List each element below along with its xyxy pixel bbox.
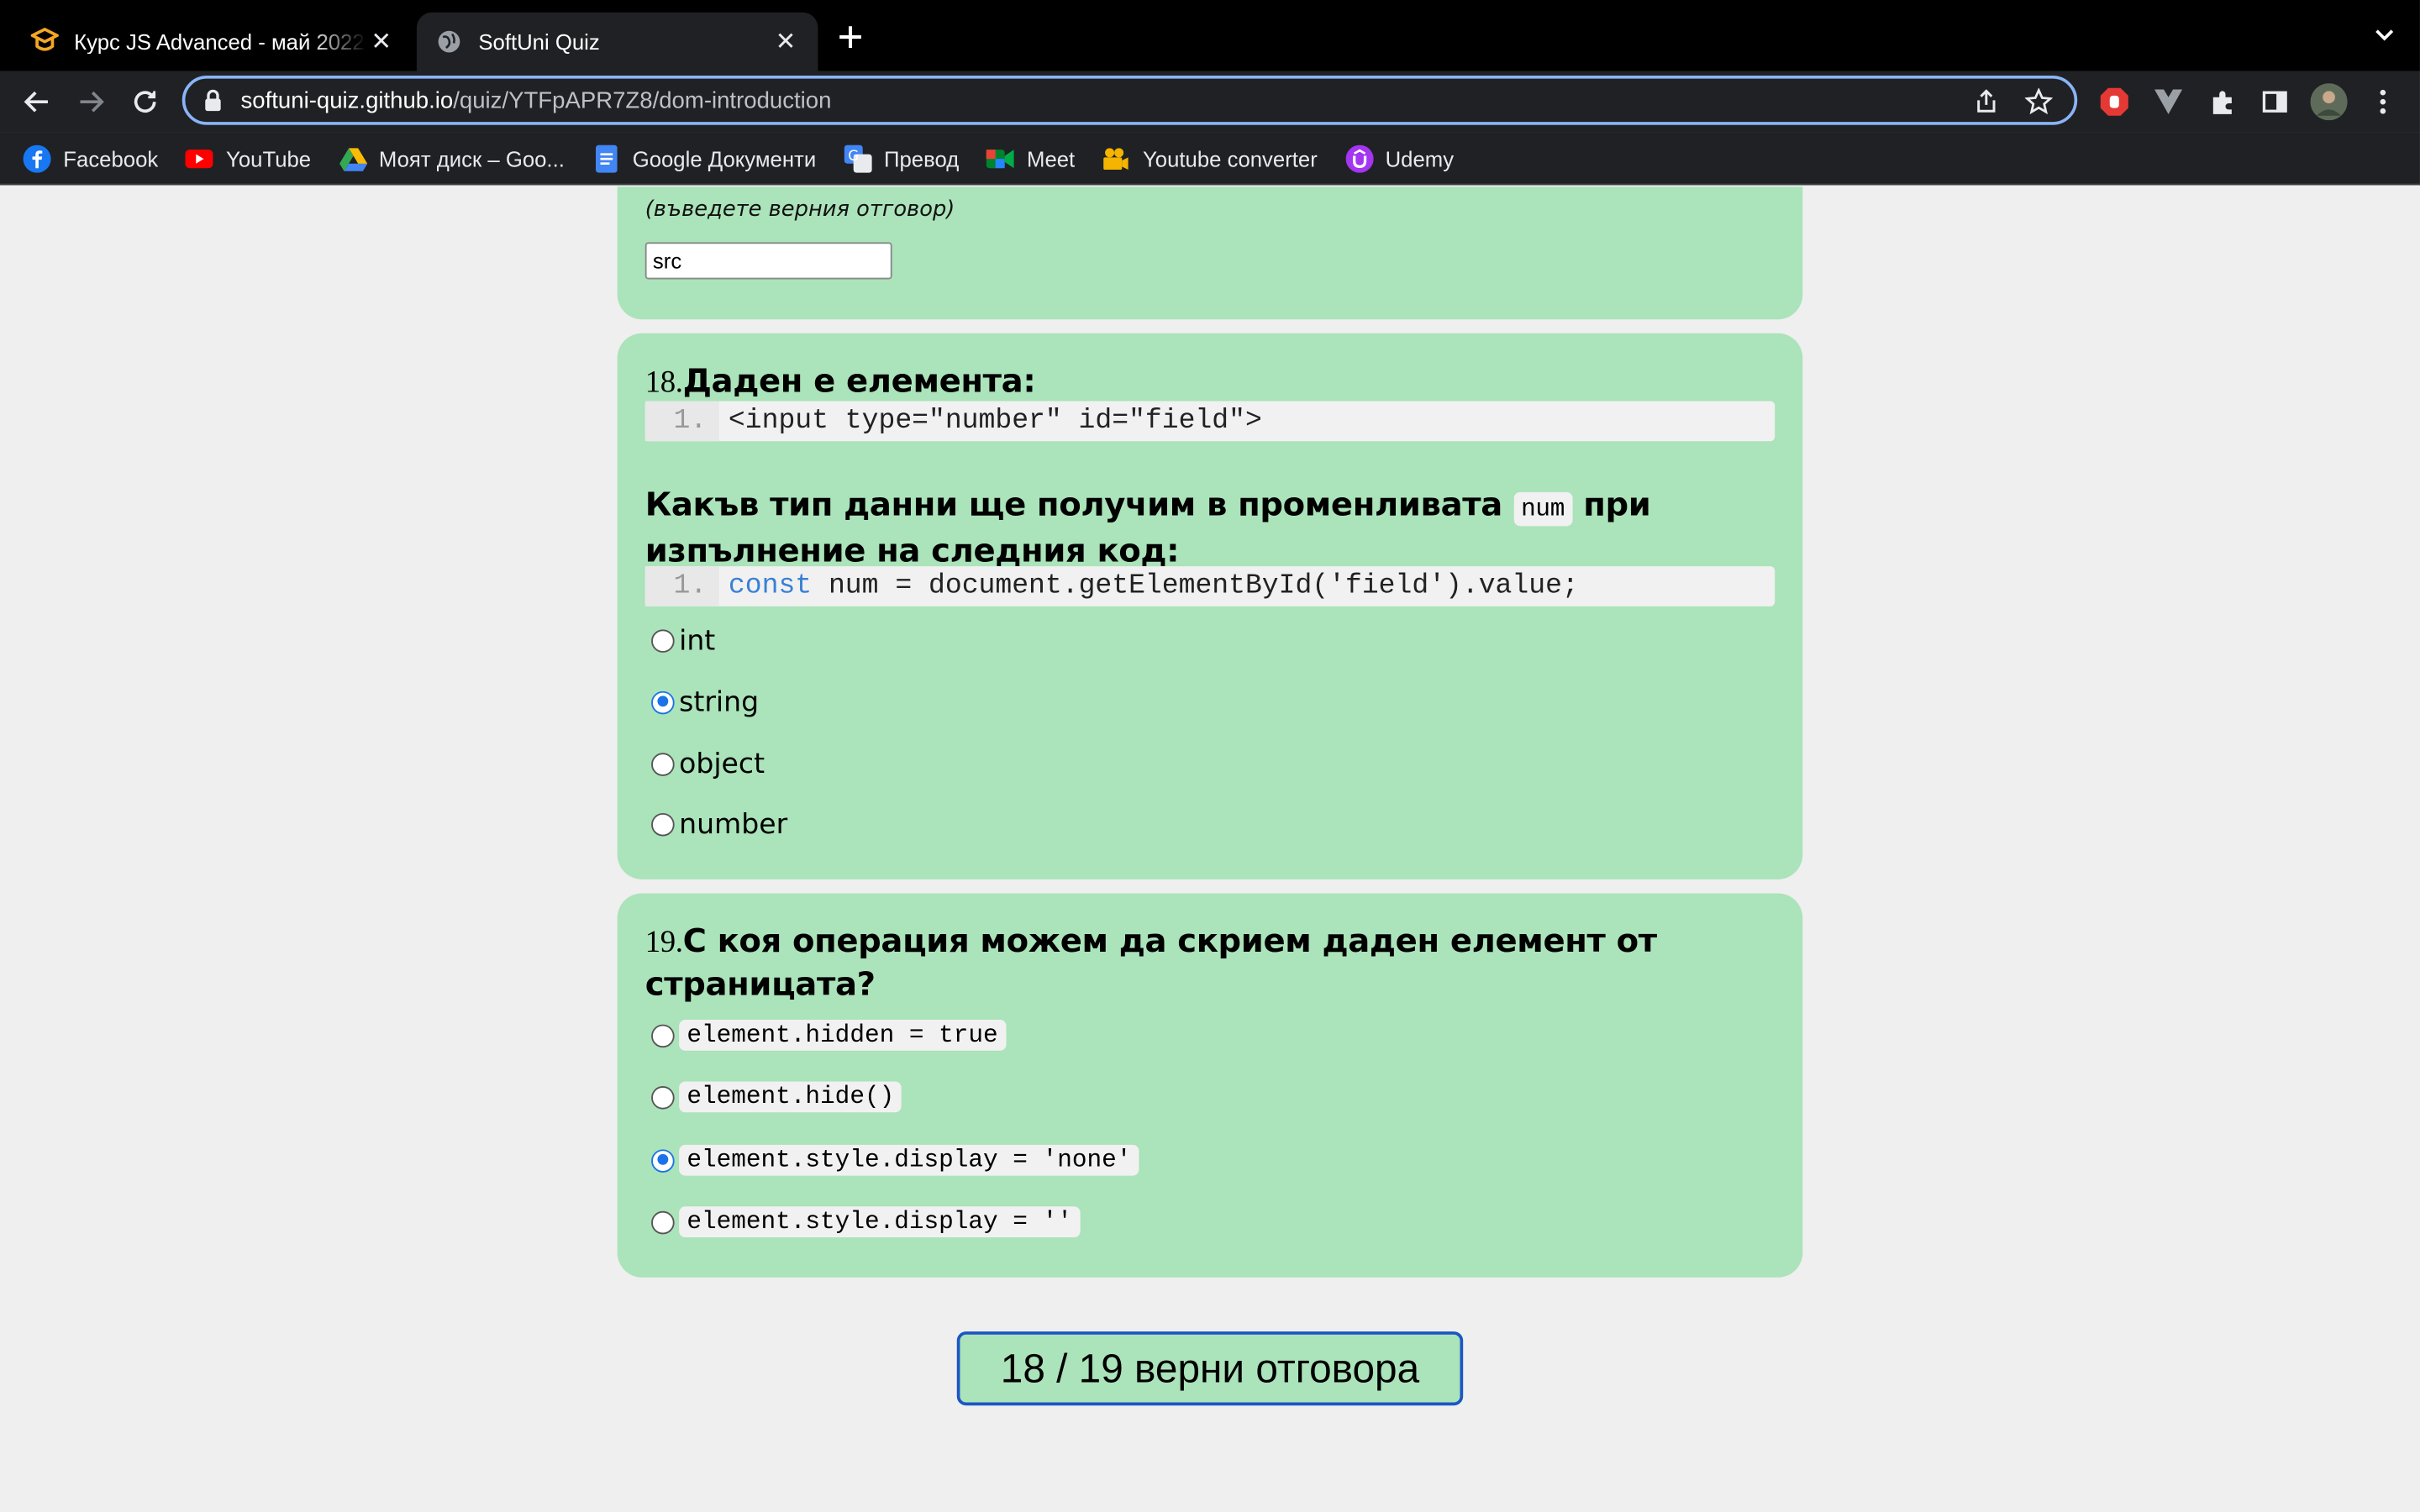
tab-js-advanced[interactable]: Курс JS Advanced - май 2022 ✕ xyxy=(13,13,414,71)
question-number: 19. xyxy=(644,926,683,960)
answer-hint: (въведете верния отговор) xyxy=(644,197,955,223)
code-line: const num = document.getElementById('fie… xyxy=(728,570,1579,602)
softuni-logo-icon xyxy=(30,28,59,55)
question-text: Какъв тип данни ще получим в променливат… xyxy=(644,486,1651,570)
bookmark-udemy[interactable]: Udemy xyxy=(1344,144,1454,172)
url-text: softuni-quiz.github.io/quiz/YTFpAPR7Z8/d… xyxy=(240,87,832,113)
tab-strip: Курс JS Advanced - май 2022 ✕ SoftUni Qu… xyxy=(0,0,2420,71)
back-arrow-icon[interactable] xyxy=(18,83,55,120)
option-string[interactable]: string xyxy=(651,684,759,721)
lock-icon[interactable] xyxy=(203,89,222,112)
radio-button-selected[interactable] xyxy=(651,690,675,714)
google-meet-icon xyxy=(986,144,1015,172)
answer-input[interactable] xyxy=(644,242,892,280)
udemy-icon xyxy=(1344,144,1373,172)
vue-devtools-icon[interactable] xyxy=(2150,83,2187,120)
code-line: <input type="number" id="field"> xyxy=(728,406,1262,437)
radio-button[interactable] xyxy=(651,628,675,653)
share-icon[interactable] xyxy=(1972,88,2000,116)
bookmark-google-drive[interactable]: Моят диск – Goo... xyxy=(339,144,565,172)
bookmark-youtube[interactable]: YouTube xyxy=(186,144,311,172)
extensions-puzzle-icon[interactable] xyxy=(2204,83,2241,120)
option-object[interactable]: object xyxy=(651,745,765,782)
option-display-empty[interactable]: element.style.display = '' xyxy=(651,1204,1081,1241)
tab-softuni-quiz[interactable]: SoftUni Quiz ✕ xyxy=(416,12,818,71)
youtube-icon xyxy=(186,144,214,172)
inline-code: num xyxy=(1512,491,1573,527)
bookmark-translate[interactable]: G Превод xyxy=(844,144,959,172)
forward-arrow-icon[interactable] xyxy=(72,83,109,120)
radio-button[interactable] xyxy=(651,1023,675,1047)
code-block: 1. const num = document.getElementById('… xyxy=(644,566,1776,606)
address-bar[interactable]: softuni-quiz.github.io/quiz/YTFpAPR7Z8/d… xyxy=(182,75,2078,125)
question-title: 18.Даден е елемента: xyxy=(644,362,1036,400)
reload-icon[interactable] xyxy=(127,83,164,120)
close-tab-icon[interactable]: ✕ xyxy=(771,26,799,57)
question-title: 19.С коя операция можем да скрием даден … xyxy=(644,922,1657,1003)
option-int[interactable]: int xyxy=(651,622,715,659)
score-button[interactable]: 18 / 19 верни отговора xyxy=(956,1331,1464,1406)
radio-button[interactable] xyxy=(651,812,675,836)
video-camera-icon xyxy=(1102,144,1130,172)
bookmarks-bar: Facebook YouTube Моят диск – Goo... Goog… xyxy=(0,132,2420,186)
option-hide[interactable]: element.hide() xyxy=(651,1079,902,1116)
browser-toolbar: softuni-quiz.github.io/quiz/YTFpAPR7Z8/d… xyxy=(0,71,2420,133)
bookmark-facebook[interactable]: Facebook xyxy=(23,144,159,172)
adblock-icon[interactable] xyxy=(2096,83,2133,120)
radio-button[interactable] xyxy=(651,1210,675,1234)
question-number: 18. xyxy=(644,365,683,400)
radio-button[interactable] xyxy=(651,752,675,775)
svg-text:G: G xyxy=(848,147,859,163)
profile-avatar[interactable] xyxy=(2310,83,2348,121)
google-translate-icon: G xyxy=(844,144,872,172)
question-card-19: 19.С коя операция можем да скрием даден … xyxy=(617,893,1803,1278)
tab-title: Курс JS Advanced - май 2022 xyxy=(74,29,365,55)
question-card-18: 18.Даден е елемента: 1. <input type="num… xyxy=(617,333,1803,879)
bookmark-google-docs[interactable]: Google Документи xyxy=(592,144,816,172)
new-tab-button[interactable] xyxy=(836,22,864,59)
quiz-page: (въведете верния отговор) 18.Даден е еле… xyxy=(0,186,2420,1512)
radio-button-selected[interactable] xyxy=(651,1148,675,1172)
option-number[interactable]: number xyxy=(651,806,787,843)
option-hidden-true[interactable]: element.hidden = true xyxy=(651,1016,1006,1053)
tab-title: SoftUni Quiz xyxy=(478,29,600,55)
tab-search-chevron-icon[interactable] xyxy=(2374,24,2396,54)
google-docs-icon xyxy=(592,144,620,172)
question-card-17: (въведете верния отговор) xyxy=(617,186,1803,320)
globe-icon xyxy=(435,28,463,55)
google-drive-icon xyxy=(339,144,367,172)
bookmark-meet[interactable]: Meet xyxy=(986,144,1075,172)
bookmark-star-icon[interactable] xyxy=(2024,87,2053,116)
bookmark-youtube-converter[interactable]: Youtube converter xyxy=(1102,144,1318,172)
line-number: 1. xyxy=(644,401,719,442)
facebook-icon xyxy=(23,144,51,172)
side-panel-icon[interactable] xyxy=(2256,83,2293,120)
option-display-none[interactable]: element.style.display = 'none' xyxy=(651,1142,1139,1179)
radio-button[interactable] xyxy=(651,1085,675,1109)
more-menu-icon[interactable] xyxy=(2365,83,2402,120)
close-tab-icon[interactable]: ✕ xyxy=(367,26,395,57)
line-number: 1. xyxy=(644,566,719,606)
code-block: 1. <input type="number" id="field"> xyxy=(644,401,1776,442)
